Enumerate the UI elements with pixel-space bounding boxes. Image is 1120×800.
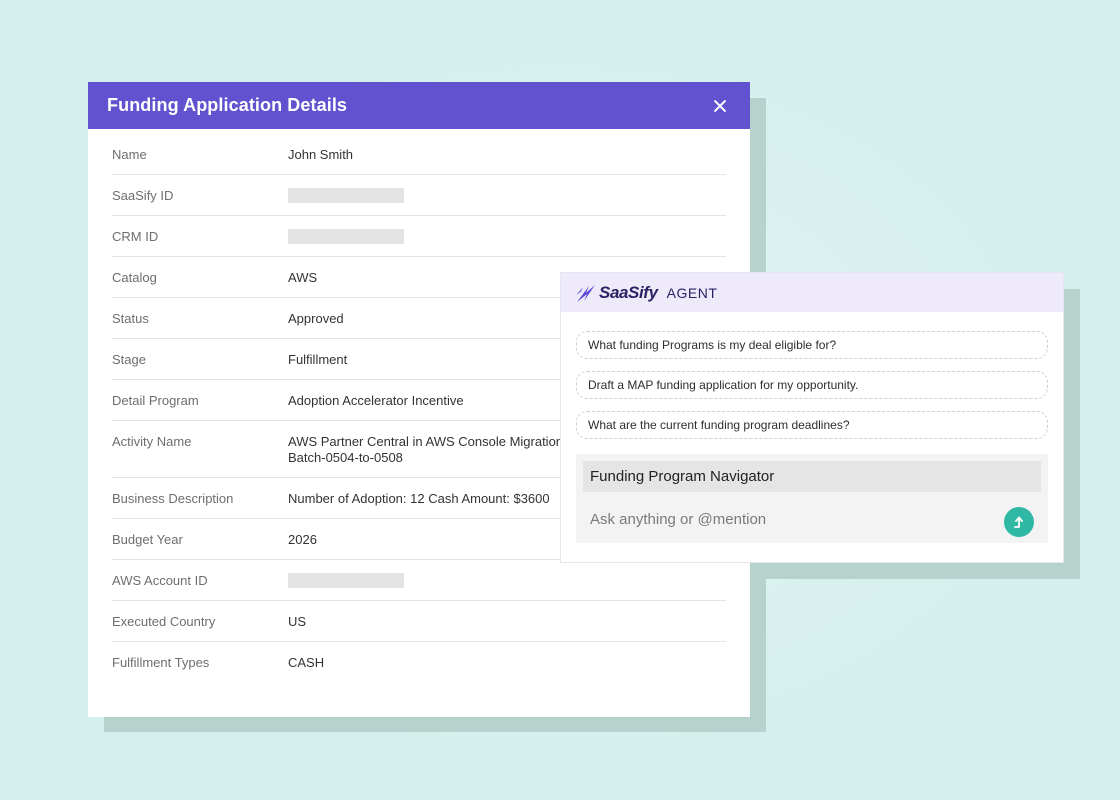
- field-label: Activity Name: [112, 434, 192, 449]
- field-label: AWS Account ID: [112, 573, 208, 588]
- field-value: Number of Adoption: 12 Cash Amount: $360…: [288, 491, 550, 506]
- suggestion-list: What funding Programs is my deal eligibl…: [561, 312, 1063, 439]
- agent-panel: SaaSify AGENT What funding Programs is m…: [561, 273, 1063, 562]
- suggestion-chip[interactable]: What funding Programs is my deal eligibl…: [576, 331, 1048, 359]
- composer: Funding Program Navigator: [576, 454, 1048, 543]
- suggestion-chip[interactable]: What are the current funding program dea…: [576, 411, 1048, 439]
- composer-title[interactable]: Funding Program Navigator: [583, 461, 1041, 492]
- field-value: US: [288, 614, 307, 629]
- field-value: CASH: [288, 655, 325, 670]
- field-label: Name: [112, 147, 147, 162]
- field-label: Business Description: [112, 491, 234, 506]
- brand-name: SaaSify: [599, 282, 658, 302]
- send-button[interactable]: [1004, 507, 1034, 537]
- redacted-value: [288, 573, 404, 588]
- ask-input[interactable]: [590, 511, 980, 528]
- agent-label: AGENT: [666, 284, 718, 301]
- redacted-value: [288, 188, 404, 203]
- field-label: SaaSify ID: [112, 188, 174, 203]
- field-value: Adoption Accelerator Incentive: [288, 393, 464, 408]
- field-label: Detail Program: [112, 393, 199, 408]
- suggestion-text: What are the current funding program dea…: [588, 418, 850, 432]
- send-arrow-icon: [1014, 516, 1023, 528]
- field-row: CRM ID: [112, 216, 726, 257]
- suggestion-chip[interactable]: Draft a MAP funding application for my o…: [576, 371, 1048, 399]
- field-value: Approved: [288, 311, 344, 326]
- application-header: Funding Application Details: [88, 82, 750, 129]
- field-value: Fulfillment: [288, 352, 348, 367]
- field-row: Name John Smith: [112, 147, 726, 175]
- suggestion-text: Draft a MAP funding application for my o…: [588, 378, 859, 392]
- field-value: AWS Partner Central in AWS Console Migra…: [288, 434, 564, 465]
- application-title: Funding Application Details: [107, 95, 348, 115]
- field-label: Stage: [112, 352, 146, 367]
- field-label: Catalog: [112, 270, 157, 285]
- field-row: SaaSify ID: [112, 175, 726, 216]
- field-value: 2026: [288, 532, 317, 547]
- agent-header: SaaSify AGENT: [561, 273, 1063, 312]
- field-row: Fulfillment Types CASH: [112, 642, 726, 683]
- field-value: John Smith: [288, 147, 354, 162]
- field-label: Fulfillment Types: [112, 655, 210, 670]
- saasify-logo-icon: [576, 284, 595, 302]
- field-row: AWS Account ID: [112, 560, 726, 601]
- suggestion-text: What funding Programs is my deal eligibl…: [588, 338, 837, 352]
- field-row: Executed Country US: [112, 601, 726, 642]
- field-label: Budget Year: [112, 532, 183, 547]
- redacted-value: [288, 229, 404, 244]
- field-label: CRM ID: [112, 229, 159, 244]
- field-value: AWS: [288, 270, 318, 285]
- field-label: Executed Country: [112, 614, 216, 629]
- close-icon[interactable]: [709, 95, 731, 117]
- field-label: Status: [112, 311, 149, 326]
